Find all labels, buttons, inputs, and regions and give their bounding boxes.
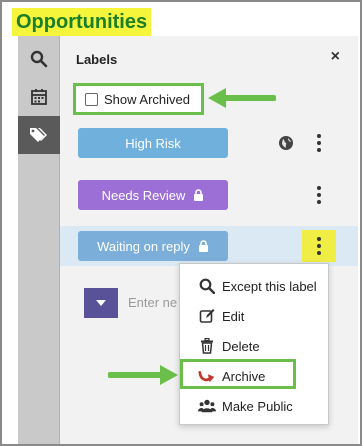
menu-item-make-public[interactable]: Make Public bbox=[180, 392, 328, 420]
rail-calendar-button[interactable] bbox=[18, 78, 60, 116]
search-icon bbox=[199, 278, 215, 294]
label-row-selected: Waiting on reply bbox=[60, 226, 358, 266]
new-label-color-button[interactable] bbox=[84, 288, 118, 318]
calendar-icon bbox=[31, 89, 47, 105]
archive-highlight bbox=[180, 359, 296, 389]
menu-item-label: Delete bbox=[222, 338, 260, 354]
label-name: Waiting on reply bbox=[97, 238, 190, 254]
tags-icon bbox=[30, 128, 47, 142]
title-bar: Opportunities bbox=[2, 2, 358, 36]
label-context-menu: Except this label Edit Delete Archive Ma… bbox=[179, 263, 329, 425]
panel-title: Labels bbox=[76, 52, 118, 67]
show-archived-label: Show Archived bbox=[104, 91, 190, 107]
label-row: Needs Review bbox=[60, 175, 358, 215]
page-title: Opportunities bbox=[12, 8, 152, 36]
menu-item-edit[interactable]: Edit bbox=[180, 302, 328, 330]
close-button[interactable]: × bbox=[331, 48, 340, 66]
caret-down-icon bbox=[96, 300, 106, 306]
label-chip-high-risk[interactable]: High Risk bbox=[78, 128, 228, 158]
menu-item-label: Except this label bbox=[222, 278, 317, 294]
globe-icon bbox=[279, 136, 293, 150]
show-archived-checkbox[interactable] bbox=[85, 92, 98, 106]
label-menu-button[interactable] bbox=[310, 129, 328, 157]
icon-rail bbox=[18, 36, 60, 444]
label-menu-button[interactable] bbox=[310, 181, 328, 209]
label-name: Needs Review bbox=[101, 187, 186, 203]
label-name: High Risk bbox=[125, 135, 181, 151]
group-icon bbox=[198, 399, 216, 413]
rail-search-button[interactable] bbox=[18, 40, 60, 78]
label-chip-needs-review[interactable]: Needs Review bbox=[78, 180, 228, 210]
new-label-row: Enter ne bbox=[74, 284, 184, 320]
menu-item-except-label[interactable]: Except this label bbox=[180, 272, 328, 300]
search-icon bbox=[30, 50, 48, 68]
menu-item-label: Make Public bbox=[222, 398, 293, 414]
menu-item-delete[interactable]: Delete bbox=[180, 332, 328, 360]
edit-icon bbox=[199, 309, 215, 323]
annotation-arrow-left bbox=[208, 88, 276, 108]
left-strip bbox=[2, 36, 18, 444]
rail-labels-button[interactable] bbox=[18, 116, 60, 154]
trash-icon bbox=[201, 338, 213, 354]
label-chip-waiting-on-reply[interactable]: Waiting on reply bbox=[78, 231, 228, 261]
label-menu-button-active[interactable] bbox=[302, 230, 336, 262]
label-row: High Risk bbox=[60, 123, 358, 163]
show-archived-toggle[interactable]: Show Archived bbox=[73, 83, 204, 115]
lock-icon bbox=[198, 240, 208, 252]
menu-item-label: Edit bbox=[222, 308, 245, 324]
annotation-arrow-right bbox=[108, 365, 178, 385]
lock-icon bbox=[194, 189, 204, 201]
